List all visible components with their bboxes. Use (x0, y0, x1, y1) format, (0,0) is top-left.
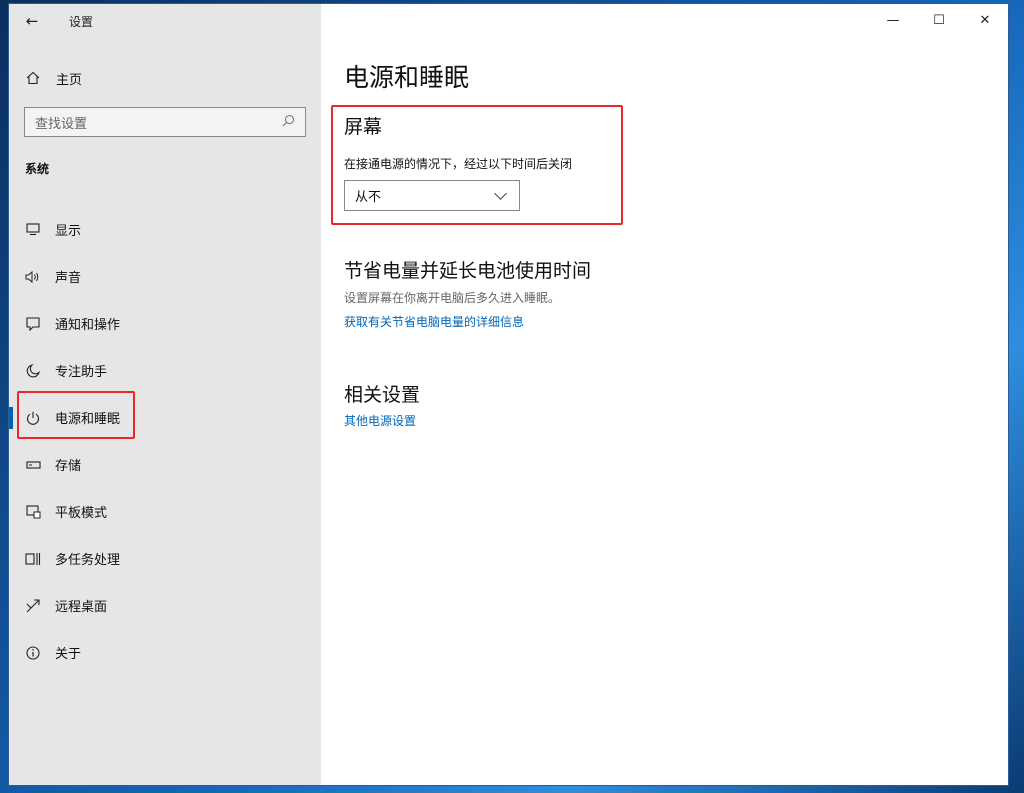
sidebar-item-label: 通知和操作 (55, 318, 121, 333)
sidebar-item-label: 存储 (55, 459, 82, 474)
monitor-icon (25, 222, 41, 238)
moon-icon (25, 363, 41, 379)
battery-description: 设置屏幕在你离开电脑后多久进入睡眠。 (344, 291, 561, 305)
chevron-down-icon (494, 186, 507, 200)
sidebar-item-label: 主页 (56, 72, 83, 88)
sidebar-item-notifications[interactable]: 通知和操作 (9, 300, 321, 347)
sidebar-item-label: 远程桌面 (55, 600, 108, 615)
tablet-icon (25, 504, 41, 520)
storage-icon (25, 457, 41, 473)
search-input[interactable]: 查找设置 (24, 107, 306, 137)
title-bar: ← 设置 (9, 4, 321, 38)
info-icon (25, 645, 41, 661)
back-arrow-icon: ← (25, 12, 39, 30)
screen-timeout-dropdown[interactable]: 从不 (344, 180, 520, 211)
sidebar-item-sound[interactable]: 声音 (9, 253, 321, 300)
search-placeholder: 查找设置 (35, 116, 88, 132)
dropdown-value: 从不 (355, 190, 382, 205)
highlight-annotation (17, 391, 135, 439)
sidebar-item-label: 关于 (55, 647, 82, 662)
sidebar-item-label: 专注助手 (55, 365, 108, 380)
page-title: 电源和睡眠 (344, 63, 470, 92)
remote-desktop-icon (25, 598, 41, 614)
sidebar-item-focus-assist[interactable]: 专注助手 (9, 347, 321, 394)
screen-description: 在接通电源的情况下，经过以下时间后关闭 (344, 157, 573, 171)
related-settings-heading: 相关设置 (344, 384, 421, 406)
minimize-button[interactable]: — (870, 4, 916, 36)
screen-heading: 屏幕 (344, 116, 383, 138)
close-icon: ✕ (979, 12, 991, 28)
sidebar: ← 设置 主页 查找设置 系统 显示 声音 通知和操作 专注助手 电源和睡眠 存… (9, 4, 321, 785)
sidebar-item-remote-desktop[interactable]: 远程桌面 (9, 582, 321, 629)
search-icon (282, 114, 295, 131)
sidebar-item-multitasking[interactable]: 多任务处理 (9, 535, 321, 582)
sidebar-item-home[interactable]: 主页 (9, 62, 321, 94)
app-title: 设置 (69, 14, 94, 29)
speaker-icon (25, 269, 41, 285)
maximize-icon: ☐ (933, 12, 945, 28)
section-title: 系统 (25, 162, 50, 176)
sidebar-item-about[interactable]: 关于 (9, 629, 321, 676)
settings-window: ← 设置 主页 查找设置 系统 显示 声音 通知和操作 专注助手 电源和睡眠 存… (9, 4, 1008, 785)
sidebar-item-label: 显示 (55, 224, 82, 239)
back-button[interactable]: ← (9, 4, 55, 38)
nav-list: 显示 声音 通知和操作 专注助手 电源和睡眠 存储 平板模式 多任务处理 远程桌… (9, 206, 321, 676)
multitask-icon (25, 551, 41, 567)
main-content: — ☐ ✕ 电源和睡眠 屏幕 在接通电源的情况下，经过以下时间后关闭 从不 节省… (321, 4, 1008, 785)
sidebar-item-storage[interactable]: 存储 (9, 441, 321, 488)
battery-heading: 节省电量并延长电池使用时间 (344, 260, 592, 282)
sidebar-item-tablet-mode[interactable]: 平板模式 (9, 488, 321, 535)
maximize-button[interactable]: ☐ (916, 4, 962, 36)
notification-icon (25, 316, 41, 332)
home-icon (26, 71, 40, 85)
minimize-icon: — (886, 12, 900, 28)
window-controls: — ☐ ✕ (870, 4, 1008, 36)
sidebar-item-display[interactable]: 显示 (9, 206, 321, 253)
battery-info-link[interactable]: 获取有关节省电脑电量的详细信息 (344, 313, 524, 330)
sidebar-item-label: 平板模式 (55, 506, 108, 521)
additional-power-settings-link[interactable]: 其他电源设置 (344, 412, 416, 429)
close-button[interactable]: ✕ (962, 4, 1008, 36)
sidebar-item-label: 声音 (55, 271, 82, 286)
sidebar-item-label: 多任务处理 (55, 553, 121, 568)
